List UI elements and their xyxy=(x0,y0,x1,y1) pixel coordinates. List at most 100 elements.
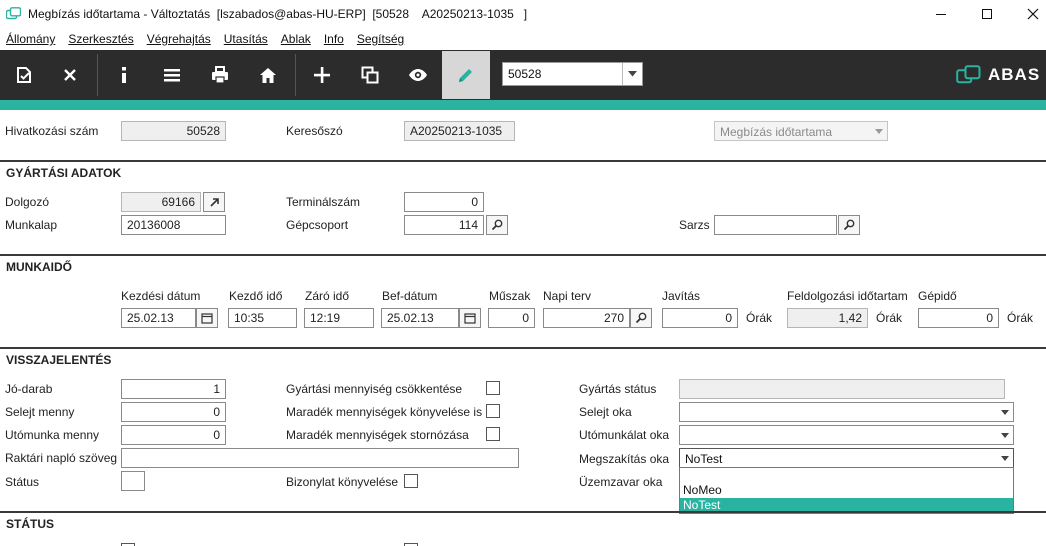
title-bar: Megbízás időtartama - Változtatás [lszab… xyxy=(0,0,1046,28)
remaining-cancel-checkbox[interactable] xyxy=(486,427,500,441)
chevron-down-icon xyxy=(1001,433,1009,438)
batch-search-button[interactable] xyxy=(838,215,860,235)
cancel-button[interactable] xyxy=(46,50,94,100)
menu-vegrehajtas[interactable]: Végrehajtás xyxy=(141,29,218,49)
correction-field[interactable]: 0 xyxy=(662,308,738,328)
worksheet-label: Munkalap xyxy=(5,218,58,232)
processing-time-field[interactable]: 1,42 xyxy=(787,308,868,328)
section-divider xyxy=(0,511,1046,513)
section-title: VISSZAJELENTÉS xyxy=(6,353,112,367)
start-time-field[interactable]: 10:35 xyxy=(228,308,297,328)
daily-plan-search-button[interactable] xyxy=(630,308,652,328)
maximize-icon xyxy=(982,9,992,19)
ref-number-label: Hivatkozási szám xyxy=(5,124,99,138)
app-icon xyxy=(6,7,21,20)
interrupt-reason-select[interactable]: NoTest xyxy=(679,448,1014,468)
scrap-qty-field[interactable]: 0 xyxy=(121,402,226,422)
end-date-label: Bef-dátum xyxy=(382,289,438,303)
close-window-button[interactable] xyxy=(1010,0,1046,28)
worksheet-field[interactable]: 20136008 xyxy=(121,215,226,235)
brand-name: ABAS xyxy=(988,65,1041,84)
doc-post-label: Bizonylat könyvelése xyxy=(286,475,399,489)
close-icon xyxy=(1027,8,1039,20)
search-icon xyxy=(635,312,647,324)
search-icon xyxy=(843,219,855,231)
ref-number-field[interactable]: 50528 xyxy=(121,121,226,141)
rework-reason-select[interactable] xyxy=(679,425,1014,445)
remaining-cancel-label: Maradék mennyiségek stornózása xyxy=(286,428,469,442)
good-qty-field[interactable]: 1 xyxy=(121,379,226,399)
menu-segitseg[interactable]: Segítség xyxy=(351,29,411,49)
save-check-icon xyxy=(17,67,31,83)
batch-label: Sarzs xyxy=(679,218,710,232)
end-date-calendar-button[interactable] xyxy=(459,308,481,328)
open-worker-button[interactable] xyxy=(203,192,225,212)
menu-bar: Állomány Szerkesztés Végrehajtás Utasítá… xyxy=(0,29,411,49)
menu-ablak[interactable]: Ablak xyxy=(275,29,318,49)
scrap-reason-label: Selejt oka xyxy=(579,405,632,419)
machine-group-search-button[interactable] xyxy=(486,215,508,235)
stock-log-field[interactable] xyxy=(121,448,519,468)
menu-info[interactable]: Info xyxy=(318,29,351,49)
copy-icon xyxy=(361,66,379,84)
menu-utasitas[interactable]: Utasítás xyxy=(218,29,275,49)
prod-status-field[interactable] xyxy=(679,379,1005,399)
scrap-qty-label: Selejt menny xyxy=(5,405,75,419)
doc-post-checkbox[interactable] xyxy=(404,474,418,488)
accent-bar xyxy=(0,100,1046,110)
menu-szerkesztes[interactable]: Szerkesztés xyxy=(62,29,140,49)
dropdown-option-nomeo[interactable]: NoMeo xyxy=(680,483,1013,498)
status-field[interactable] xyxy=(121,471,145,491)
chevron-down-icon[interactable] xyxy=(622,63,642,85)
terminal-field[interactable]: 0 xyxy=(404,192,484,212)
arrow-up-right-icon xyxy=(209,197,219,207)
interrupt-reason-dropdown: NoMeo NoTest xyxy=(679,467,1014,514)
rework-qty-label: Utómunka menny xyxy=(5,428,100,442)
start-date-field[interactable]: 25.02.13 xyxy=(121,308,196,328)
start-date-calendar-button[interactable] xyxy=(196,308,218,328)
good-qty-label: Jó-darab xyxy=(5,382,53,396)
list-button[interactable] xyxy=(148,50,196,100)
end-date-field[interactable]: 25.02.13 xyxy=(381,308,459,328)
edit-button[interactable] xyxy=(442,51,490,99)
machine-time-field[interactable]: 0 xyxy=(918,308,999,328)
toolbar-separator xyxy=(295,54,296,96)
scrap-reason-select[interactable] xyxy=(679,402,1014,422)
info-button[interactable] xyxy=(100,50,148,100)
maximize-button[interactable] xyxy=(964,0,1010,28)
interrupt-reason-label: Megszakítás oka xyxy=(579,452,670,466)
search-word-field[interactable]: A20250213-1035 xyxy=(404,121,515,141)
reduce-qty-label: Gyártási mennyiség csökkentése xyxy=(286,382,463,396)
menu-allomany[interactable]: Állomány xyxy=(0,29,62,49)
close-icon xyxy=(64,69,76,81)
search-icon xyxy=(491,219,503,231)
view-icon xyxy=(409,69,427,81)
worker-label: Dolgozó xyxy=(5,195,50,209)
view-button[interactable] xyxy=(394,50,442,100)
batch-field[interactable] xyxy=(714,215,837,235)
daily-plan-field[interactable]: 270 xyxy=(543,308,630,328)
home-button[interactable] xyxy=(244,50,292,100)
hours-unit-label: Órák xyxy=(876,311,903,325)
remaining-post-checkbox[interactable] xyxy=(486,404,500,418)
copy-button[interactable] xyxy=(346,50,394,100)
save-button[interactable] xyxy=(0,50,48,100)
worker-field[interactable]: 69166 xyxy=(121,192,201,212)
remaining-post-label: Maradék mennyiségek könyvelése is xyxy=(286,405,483,419)
minimize-button[interactable] xyxy=(918,0,964,28)
toolbar-separator xyxy=(97,54,98,96)
dropdown-option-empty[interactable] xyxy=(680,468,1013,483)
rework-qty-field[interactable]: 0 xyxy=(121,425,226,445)
print-button[interactable] xyxy=(196,50,244,100)
window-title: Megbízás időtartama - Változtatás [lszab… xyxy=(28,7,528,21)
record-type-select[interactable]: Megbízás időtartama xyxy=(714,121,888,141)
machine-group-field[interactable]: 114 xyxy=(404,215,484,235)
section-divider xyxy=(0,347,1046,349)
reduce-qty-checkbox[interactable] xyxy=(486,381,500,395)
add-button[interactable] xyxy=(298,50,346,100)
search-word-label: Keresőszó xyxy=(286,124,343,138)
minimize-icon xyxy=(936,14,946,15)
shift-field[interactable]: 0 xyxy=(488,308,535,328)
record-combo[interactable]: 50528 xyxy=(502,62,643,86)
end-time-field[interactable]: 12:19 xyxy=(304,308,374,328)
